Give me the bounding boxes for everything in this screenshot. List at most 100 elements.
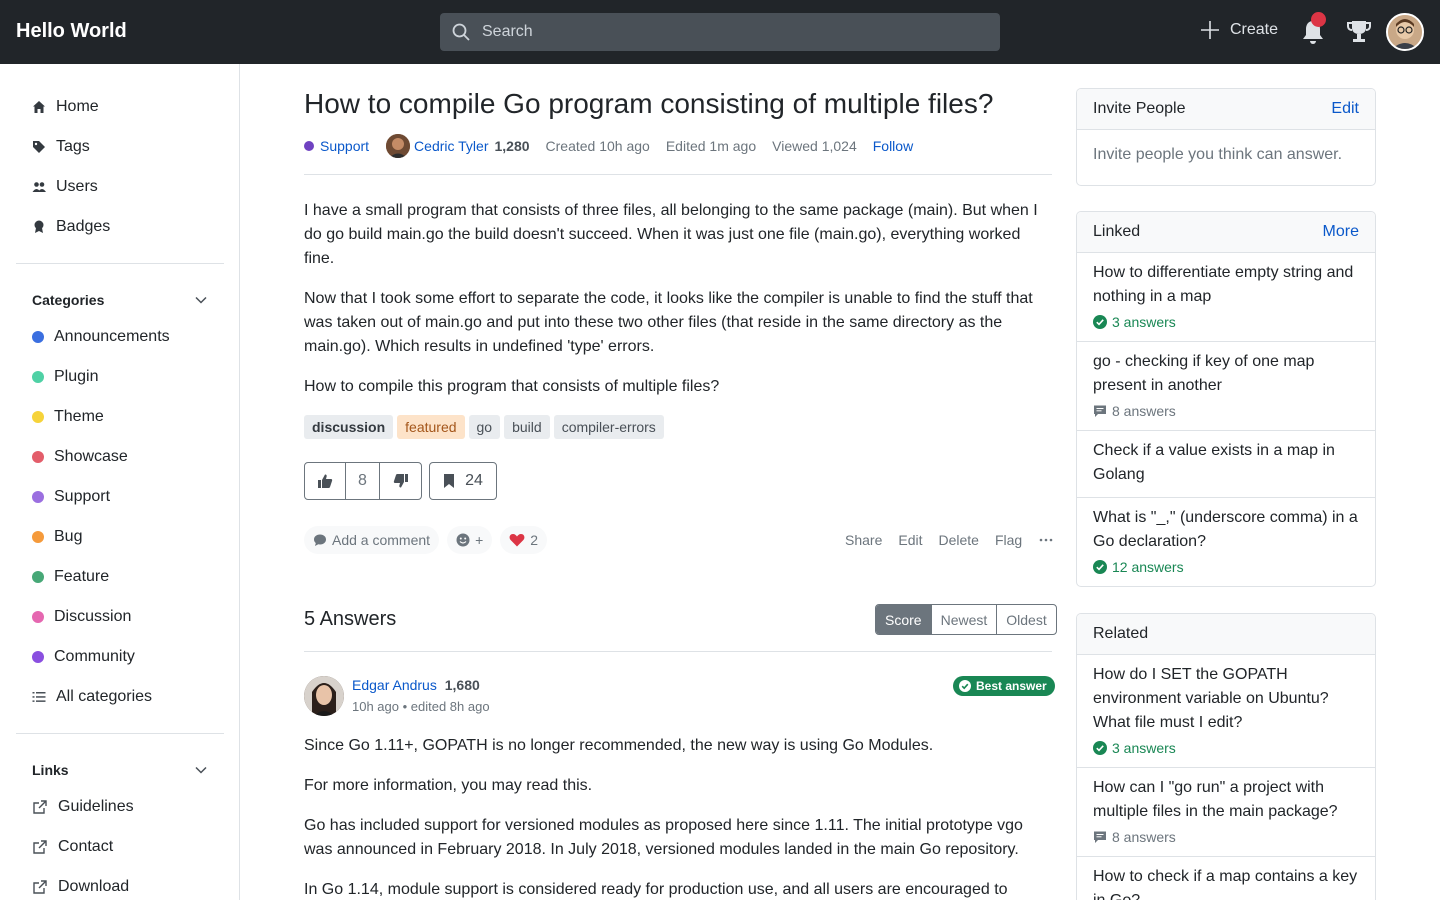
answer-body-paragraph: For more information, you may read this. (304, 777, 593, 794)
category-label: Theme (54, 408, 104, 425)
sidebar-item-badges[interactable]: Badges (32, 218, 110, 236)
create-button[interactable]: Create (1200, 20, 1278, 40)
upvote-button[interactable] (305, 463, 346, 499)
search-box[interactable] (440, 13, 1000, 51)
related-item-title: How to check if a map contains a key in … (1093, 868, 1358, 900)
sort-newest-tab[interactable]: Newest (930, 605, 997, 634)
search-input[interactable] (482, 23, 962, 41)
author-avatar[interactable] (386, 134, 411, 158)
more-icon[interactable] (1038, 532, 1054, 548)
link-label: Download (58, 878, 130, 895)
chevron-down-icon[interactable] (194, 293, 208, 307)
category-theme[interactable]: Theme (32, 408, 104, 426)
category-announcements[interactable]: Announcements (32, 328, 170, 346)
left-sidebar: Home Tags Users Badges Categories Announ… (0, 64, 240, 900)
author-avatar-image (386, 134, 411, 158)
sort-oldest-tab[interactable]: Oldest (996, 605, 1055, 634)
view-count: Viewed 1,024 (772, 138, 857, 154)
question-meta: Support Cedric Tyler 1,280 Created 10h a… (304, 134, 913, 158)
answer-body-paragraph: Go has included support for versioned mo… (304, 817, 1023, 858)
question-links: Share Edit Delete Flag (845, 532, 1054, 548)
link-guidelines[interactable]: Guidelines (32, 798, 134, 816)
sidebar-item-home[interactable]: Home (32, 98, 99, 116)
link-download[interactable]: Download (32, 878, 129, 896)
edit-link[interactable]: Edit (898, 532, 922, 548)
category-plugin[interactable]: Plugin (32, 368, 98, 386)
answer-time: 10h ago • edited 8h ago (352, 699, 490, 714)
category-all[interactable]: All categories (32, 688, 152, 706)
category-label: Support (54, 488, 111, 505)
external-link-icon (33, 800, 47, 814)
notification-badge (1311, 12, 1326, 27)
linked-item[interactable]: How to differentiate empty string and no… (1077, 253, 1375, 342)
answer-author-avatar[interactable] (304, 676, 344, 716)
linked-card: Linked More How to differentiate empty s… (1076, 211, 1376, 587)
follow-link[interactable]: Follow (873, 138, 913, 154)
question-category-link[interactable]: Support (320, 138, 369, 154)
category-color-dot (304, 141, 314, 151)
category-showcase[interactable]: Showcase (32, 448, 128, 466)
answer-author: Edgar Andrus 1,680 (352, 677, 480, 693)
chevron-down-icon[interactable] (194, 763, 208, 777)
related-item[interactable]: How do I SET the GOPATH environment vari… (1077, 655, 1375, 768)
category-label: Bug (54, 528, 83, 545)
link-label: Contact (58, 838, 114, 855)
add-comment-button[interactable]: Add a comment (304, 526, 440, 554)
linked-more-link[interactable]: More (1323, 223, 1359, 241)
category-community[interactable]: Community (32, 648, 135, 666)
category-discussion[interactable]: Discussion (32, 608, 131, 626)
share-link[interactable]: Share (845, 532, 882, 548)
tag-go[interactable]: go (468, 415, 501, 439)
trophy-icon[interactable] (1346, 18, 1372, 46)
downvote-button[interactable] (380, 463, 421, 499)
card-header: Related (1077, 614, 1375, 655)
category-bug[interactable]: Bug (32, 528, 82, 546)
link-contact[interactable]: Contact (32, 838, 113, 856)
top-navbar: Hello World Create (0, 0, 1440, 64)
tag-compiler-errors[interactable]: compiler-errors (553, 415, 664, 439)
divider (304, 174, 1052, 175)
delete-link[interactable]: Delete (938, 532, 978, 548)
related-item[interactable]: How to check if a map contains a key in … (1077, 857, 1375, 900)
answer-author-link[interactable]: Edgar Andrus (352, 677, 437, 693)
invite-description: Invite people you think can answer. (1093, 146, 1343, 163)
related-item[interactable]: How can I "go run" a project with multip… (1077, 768, 1375, 857)
card-header: Linked More (1077, 212, 1375, 253)
category-color-dot (32, 651, 44, 663)
sidebar-item-tags[interactable]: Tags (32, 138, 90, 156)
question-author-link[interactable]: Cedric Tyler (414, 138, 488, 154)
question-body-paragraph: Now that I took some effort to separate … (304, 290, 1033, 355)
tag-discussion[interactable]: discussion (304, 415, 394, 439)
category-support[interactable]: Support (32, 488, 110, 506)
heart-reaction[interactable]: 2 (500, 526, 548, 554)
linked-item[interactable]: go - checking if key of one map present … (1077, 342, 1375, 431)
add-reaction-button[interactable]: + (447, 526, 493, 554)
links-header[interactable]: Links (32, 762, 69, 778)
tags-icon (33, 141, 45, 153)
categories-header[interactable]: Categories (32, 292, 104, 308)
brand-logo[interactable]: Hello World (16, 20, 127, 43)
flag-link[interactable]: Flag (995, 532, 1022, 548)
plus-icon (1201, 21, 1219, 39)
vote-group: 8 (304, 462, 422, 500)
category-color-dot (32, 451, 44, 463)
linked-item[interactable]: What is "_," (underscore comma) in a Go … (1077, 498, 1375, 586)
tag-build[interactable]: build (504, 415, 550, 439)
category-label: All categories (56, 688, 153, 705)
sidebar-item-users[interactable]: Users (32, 178, 98, 196)
thumbs-down-icon (393, 474, 408, 488)
list-icon (32, 692, 46, 702)
category-feature[interactable]: Feature (32, 568, 109, 586)
bookmark-button[interactable]: 24 (429, 462, 497, 500)
linked-item[interactable]: Check if a value exists in a map in Gola… (1077, 431, 1375, 498)
related-item-title: How do I SET the GOPATH environment vari… (1093, 666, 1329, 731)
invite-edit-link[interactable]: Edit (1331, 100, 1359, 118)
user-avatar[interactable] (1386, 13, 1424, 51)
answer-body-paragraph: In Go 1.14, module support is considered… (304, 881, 1008, 898)
smiley-icon (456, 533, 470, 547)
category-color-dot (32, 411, 44, 423)
category-label: Community (54, 648, 135, 665)
sort-score-tab[interactable]: Score (876, 605, 931, 634)
tag-featured[interactable]: featured (397, 415, 465, 439)
answer-count-label: 8 answers (1112, 403, 1176, 419)
